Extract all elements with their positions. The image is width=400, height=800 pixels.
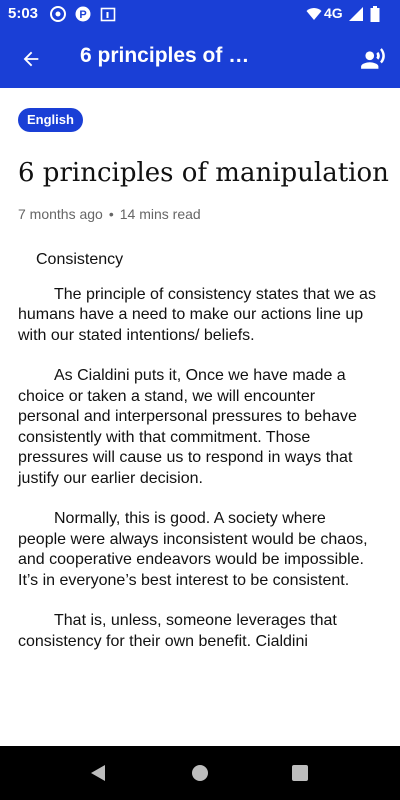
paragraph: The principle of consistency states that… <box>18 285 376 344</box>
home-nav-icon[interactable] <box>190 763 210 783</box>
app-bar-title: 6 principles of … <box>80 44 250 67</box>
article-title: 6 principles of manipulation <box>18 158 389 188</box>
p-icon: P <box>75 6 91 22</box>
posted-time: 7 months ago <box>18 206 103 222</box>
paragraph: Normally, this is good. A society where … <box>18 510 368 589</box>
language-badge[interactable]: English <box>18 108 83 132</box>
status-time: 5:03 <box>8 5 39 22</box>
arrow-back-icon <box>23 51 39 67</box>
status-bar: 5:03 P 4G <box>0 0 400 28</box>
wifi-icon <box>306 8 322 20</box>
chrome-icon <box>50 6 66 22</box>
read-time: 14 mins read <box>119 206 201 222</box>
article-body: Consistency The principle of consistency… <box>18 250 378 672</box>
recents-nav-icon[interactable] <box>290 763 310 783</box>
svg-text:P: P <box>79 9 86 21</box>
signal-icon <box>349 7 363 21</box>
back-nav-icon[interactable] <box>88 763 108 783</box>
paragraph: That is, unless, someone leverages that … <box>18 612 337 650</box>
app-bar: 6 principles of … <box>0 28 400 88</box>
network-type: 4G <box>324 5 343 21</box>
navigation-bar <box>0 746 400 800</box>
listen-button[interactable] <box>356 42 390 76</box>
record-voice-icon <box>361 48 385 69</box>
paragraph: As Cialdini puts it, Once we have made a… <box>18 367 357 487</box>
section-heading: Consistency <box>36 251 124 268</box>
back-button[interactable] <box>14 42 48 76</box>
meta-separator: • <box>108 206 114 222</box>
article-content: English 6 principles of manipulation 7 m… <box>0 88 400 688</box>
battery-icon <box>370 6 380 22</box>
article-meta: 7 months ago • 14 mins read <box>18 206 201 222</box>
calendar-icon <box>100 7 116 22</box>
